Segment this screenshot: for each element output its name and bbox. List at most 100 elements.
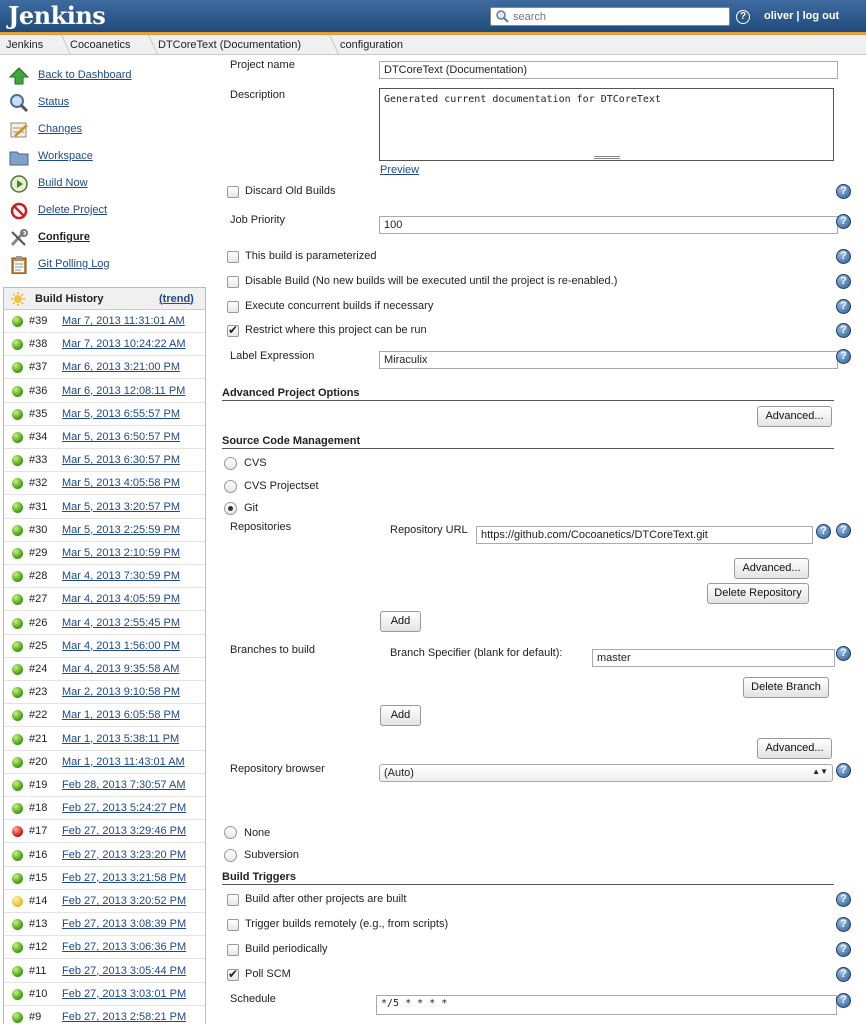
help-icon[interactable]: ? [836, 299, 851, 314]
build-date-link[interactable]: Mar 7, 2013 10:24:22 AM [62, 338, 186, 350]
preview-link[interactable]: Preview [380, 164, 419, 176]
build-date-link[interactable]: Mar 4, 2013 7:30:59 PM [62, 570, 180, 582]
build-date-link[interactable]: Feb 27, 2013 3:29:46 PM [62, 825, 186, 837]
restrict-checkbox[interactable] [227, 323, 239, 337]
build-date-link[interactable]: Feb 27, 2013 3:21:58 PM [62, 872, 186, 884]
build-date-link[interactable]: Feb 27, 2013 3:06:36 PM [62, 941, 186, 953]
task-label[interactable]: Build Now [38, 177, 88, 189]
build-date-link[interactable]: Feb 27, 2013 5:24:27 PM [62, 802, 186, 814]
task-label[interactable]: Configure [38, 231, 90, 243]
concurrent-checkbox[interactable] [227, 301, 239, 313]
cvs-radio[interactable] [224, 457, 237, 470]
delete-branch-button[interactable]: Delete Branch [743, 677, 829, 698]
task-delete-project[interactable]: Delete Project [9, 201, 209, 221]
breadcrumb-cocoanetics[interactable]: Cocoanetics [70, 39, 131, 51]
parameterized-checkbox[interactable] [227, 251, 239, 263]
delete-repository-button[interactable]: Delete Repository [707, 583, 809, 604]
build-date-link[interactable]: Mar 7, 2013 11:31:01 AM [62, 315, 185, 327]
description-textarea[interactable]: Generated current documentation for DTCo… [379, 88, 834, 161]
build-date-link[interactable]: Feb 27, 2013 3:20:52 PM [62, 895, 186, 907]
build-date-link[interactable]: Mar 1, 2013 5:38:11 PM [62, 733, 179, 745]
build-date-link[interactable]: Mar 5, 2013 2:25:59 PM [62, 524, 180, 536]
add-branch-button[interactable]: Add [380, 705, 421, 726]
task-status[interactable]: Status [9, 93, 209, 113]
user-link[interactable]: oliver [764, 10, 793, 22]
disable-build-checkbox[interactable] [227, 276, 239, 288]
help-icon[interactable]: ? [836, 892, 851, 907]
search-box[interactable] [490, 7, 730, 26]
trigger-remote-checkbox[interactable] [227, 919, 239, 931]
build-date-link[interactable]: Feb 27, 2013 3:03:01 PM [62, 988, 186, 1000]
search-input[interactable] [513, 9, 723, 24]
logout-link[interactable]: log out [803, 10, 840, 22]
branch-spec-input[interactable]: master [592, 649, 835, 667]
help-icon[interactable]: ? [836, 967, 851, 982]
scm-advanced-button[interactable]: Advanced... [757, 738, 832, 759]
repo-url-input[interactable]: https://github.com/Cocoanetics/DTCoreTex… [476, 526, 813, 544]
git-radio[interactable] [224, 502, 237, 515]
build-date-link[interactable]: Mar 4, 2013 4:05:59 PM [62, 593, 180, 605]
build-date-link[interactable]: Feb 27, 2013 3:23:20 PM [62, 849, 186, 861]
cvs-projectset-radio[interactable] [224, 480, 237, 493]
build-date-link[interactable]: Feb 27, 2013 3:05:44 PM [62, 965, 186, 977]
project-name-input[interactable]: DTCoreText (Documentation) [379, 61, 838, 79]
build-date-link[interactable]: Mar 6, 2013 3:21:00 PM [62, 361, 180, 373]
task-label[interactable]: Delete Project [38, 204, 107, 216]
none-radio[interactable] [224, 826, 237, 839]
repo-advanced-button[interactable]: Advanced... [734, 558, 809, 579]
build-date-link[interactable]: Mar 5, 2013 6:30:57 PM [62, 454, 180, 466]
schedule-textarea[interactable]: */5 * * * * [376, 995, 837, 1015]
poll-scm-checkbox[interactable] [227, 967, 239, 981]
discard-old-builds-checkbox[interactable] [227, 186, 239, 198]
task-configure[interactable]: Configure [9, 228, 209, 248]
help-icon[interactable]: ? [816, 524, 831, 539]
help-icon[interactable]: ? [836, 993, 851, 1008]
build-date-link[interactable]: Feb 27, 2013 2:58:21 PM [62, 1011, 186, 1023]
breadcrumb-jenkins[interactable]: Jenkins [6, 39, 43, 51]
add-repository-button[interactable]: Add [380, 611, 421, 632]
build-date-link[interactable]: Mar 5, 2013 6:55:57 PM [62, 408, 180, 420]
task-label[interactable]: Back to Dashboard [38, 69, 132, 81]
build-date-link[interactable]: Mar 6, 2013 12:08:11 PM [62, 385, 185, 397]
build-date-link[interactable]: Feb 28, 2013 7:30:57 AM [62, 779, 186, 791]
label-expression-input[interactable]: Miraculix [379, 351, 838, 369]
help-icon[interactable]: ? [836, 646, 851, 661]
build-date-link[interactable]: Mar 1, 2013 6:05:58 PM [62, 709, 180, 721]
build-date-link[interactable]: Mar 4, 2013 1:56:00 PM [62, 640, 180, 652]
build-date-link[interactable]: Feb 27, 2013 3:08:39 PM [62, 918, 186, 930]
after-other-checkbox[interactable] [227, 894, 239, 906]
help-icon[interactable]: ? [836, 349, 851, 364]
help-icon[interactable]: ? [836, 763, 851, 778]
task-workspace[interactable]: Workspace [9, 147, 209, 167]
build-date-link[interactable]: Mar 2, 2013 9:10:58 PM [62, 686, 180, 698]
help-icon[interactable]: ? [836, 523, 851, 538]
breadcrumb-project[interactable]: DTCoreText (Documentation) [158, 39, 301, 51]
job-priority-input[interactable]: 100 [379, 216, 838, 234]
task-git-polling-log[interactable]: Git Polling Log [9, 255, 209, 275]
advanced-button[interactable]: Advanced... [757, 406, 832, 427]
task-build-now[interactable]: Build Now [9, 174, 209, 194]
repo-browser-select[interactable]: (Auto) ▲▼ [379, 764, 833, 782]
task-changes[interactable]: Changes [9, 120, 209, 140]
task-label[interactable]: Status [38, 96, 69, 108]
jenkins-logo[interactable]: Jenkins [8, 1, 106, 30]
help-icon[interactable]: ? [836, 274, 851, 289]
subversion-radio[interactable] [224, 849, 237, 862]
help-icon[interactable]: ? [736, 10, 750, 24]
help-icon[interactable]: ? [836, 917, 851, 932]
build-date-link[interactable]: Mar 4, 2013 9:35:58 AM [62, 663, 179, 675]
build-date-link[interactable]: Mar 5, 2013 6:50:57 PM [62, 431, 180, 443]
task-label[interactable]: Changes [38, 123, 82, 135]
build-date-link[interactable]: Mar 5, 2013 3:20:57 PM [62, 501, 180, 513]
task-label[interactable]: Workspace [38, 150, 93, 162]
help-icon[interactable]: ? [836, 323, 851, 338]
breadcrumb-configuration[interactable]: configuration [340, 39, 403, 51]
resize-grip-icon[interactable] [594, 156, 620, 159]
build-periodically-checkbox[interactable] [227, 944, 239, 956]
help-icon[interactable]: ? [836, 184, 851, 199]
build-date-link[interactable]: Mar 5, 2013 4:05:58 PM [62, 477, 180, 489]
trend-link[interactable]: (trend) [159, 293, 194, 305]
help-icon[interactable]: ? [836, 942, 851, 957]
task-label[interactable]: Git Polling Log [38, 258, 110, 270]
task-back-to-dashboard[interactable]: Back to Dashboard [9, 66, 209, 86]
